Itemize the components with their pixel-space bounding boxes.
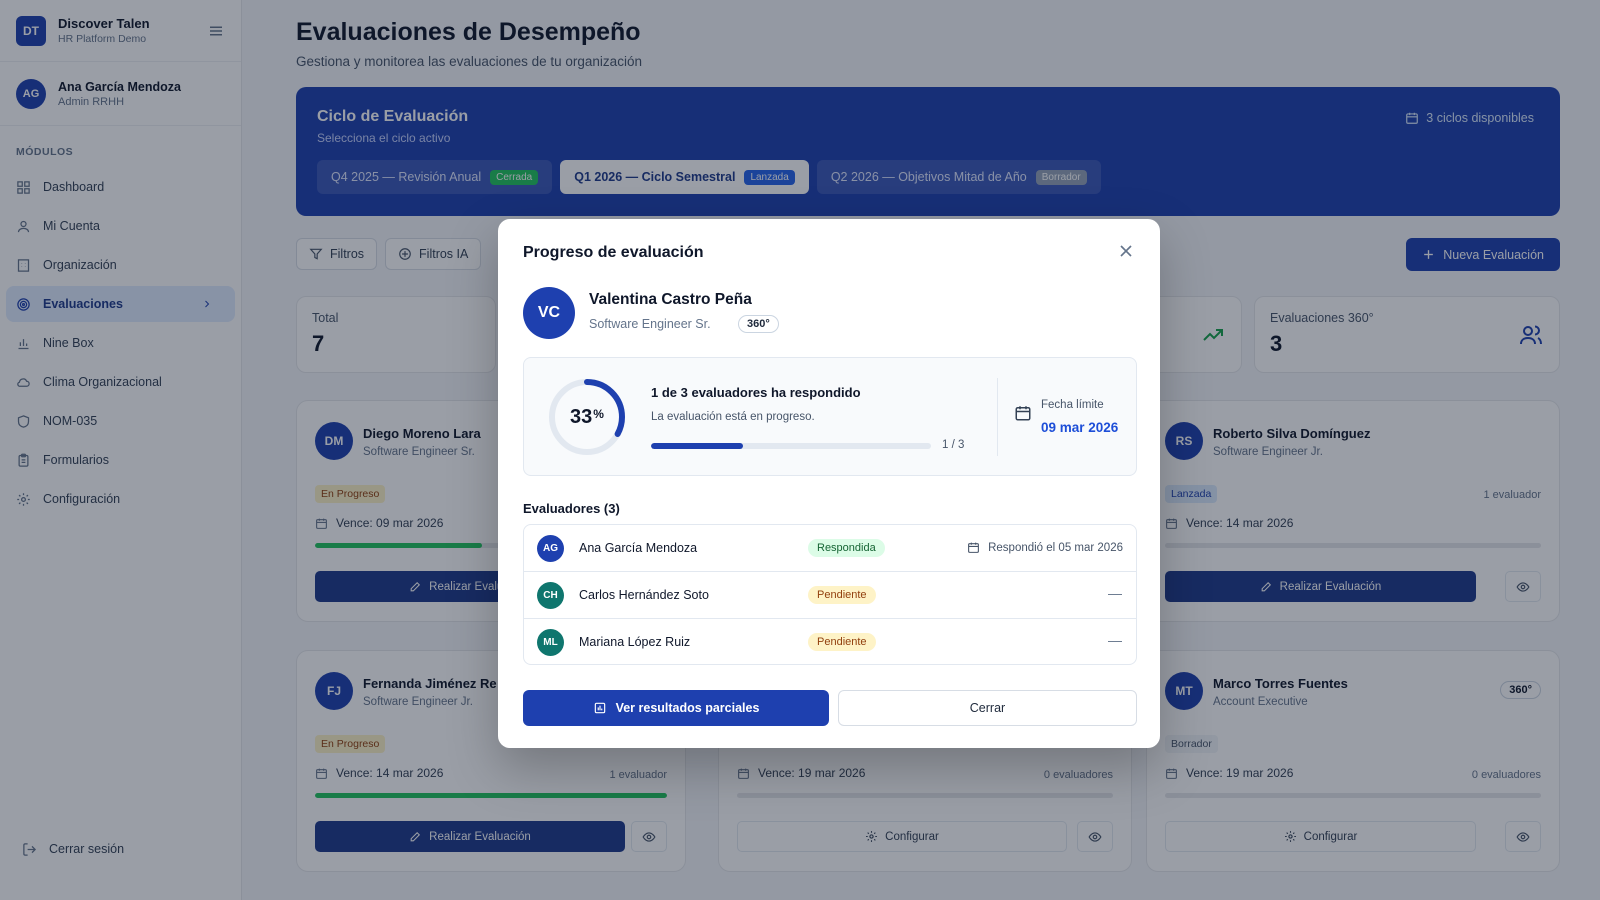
view-partial-results-button[interactable]: Ver resultados parciales [523,690,829,726]
employee-role: Software Engineer Sr. [589,317,711,331]
list-item: ML Mariana López Ruiz Pendiente — [524,619,1136,664]
status-badge: Pendiente [808,586,876,604]
calendar-icon [967,541,980,554]
divider [997,378,998,456]
response-date-label: Respondió el 05 mar 2026 [988,541,1123,554]
deadline-label: Fecha límite [1041,399,1104,411]
close-icon[interactable] [1116,241,1136,261]
close-button[interactable]: Cerrar [838,690,1137,726]
status-badge: Pendiente [808,633,876,651]
deadline-date: 09 mar 2026 [1041,420,1119,435]
calendar-icon [1014,404,1032,422]
evaluator-name: Ana García Mendoza [579,541,698,555]
status-badge: Respondida [808,539,885,557]
employee-name: Valentina Castro Peña [589,291,752,308]
modal-title: Progreso de evaluación [523,244,704,261]
evaluator-name: Mariana López Ruiz [579,635,691,649]
response-date-label: — [1108,632,1122,648]
button-label: Ver resultados parciales [615,701,760,715]
percent-sign: % [593,407,604,421]
responded-title: 1 de 3 evaluadores ha respondido [651,385,861,400]
type-badge: 360° [738,315,779,333]
avatar: CH [537,582,564,609]
evaluators-heading: Evaluadores (3) [523,501,620,516]
bar-chart-icon [593,701,607,715]
progress-bar [651,443,931,449]
avatar: AG [537,535,564,562]
list-item: CH Carlos Hernández Soto Pendiente — [524,572,1136,619]
progress-fill [651,443,744,449]
avatar: VC [523,287,575,339]
progress-count: 1 / 3 [942,439,965,451]
status-text: La evaluación está en progreso. [651,411,815,423]
evaluators-list: AG Ana García Mendoza Respondida Respond… [523,524,1137,665]
response-date-label: — [1108,585,1122,601]
percent-value: 33 [570,405,593,428]
avatar: ML [537,629,564,656]
progress-percent: 33% [546,376,628,458]
response-date: Respondió el 05 mar 2026 [967,541,1123,554]
list-item: AG Ana García Mendoza Respondida Respond… [524,525,1136,572]
evaluator-name: Carlos Hernández Soto [579,588,709,602]
progress-summary: 33% 1 de 3 evaluadores ha respondido La … [523,357,1137,476]
evaluation-progress-modal: Progreso de evaluación VC Valentina Cast… [498,219,1160,748]
